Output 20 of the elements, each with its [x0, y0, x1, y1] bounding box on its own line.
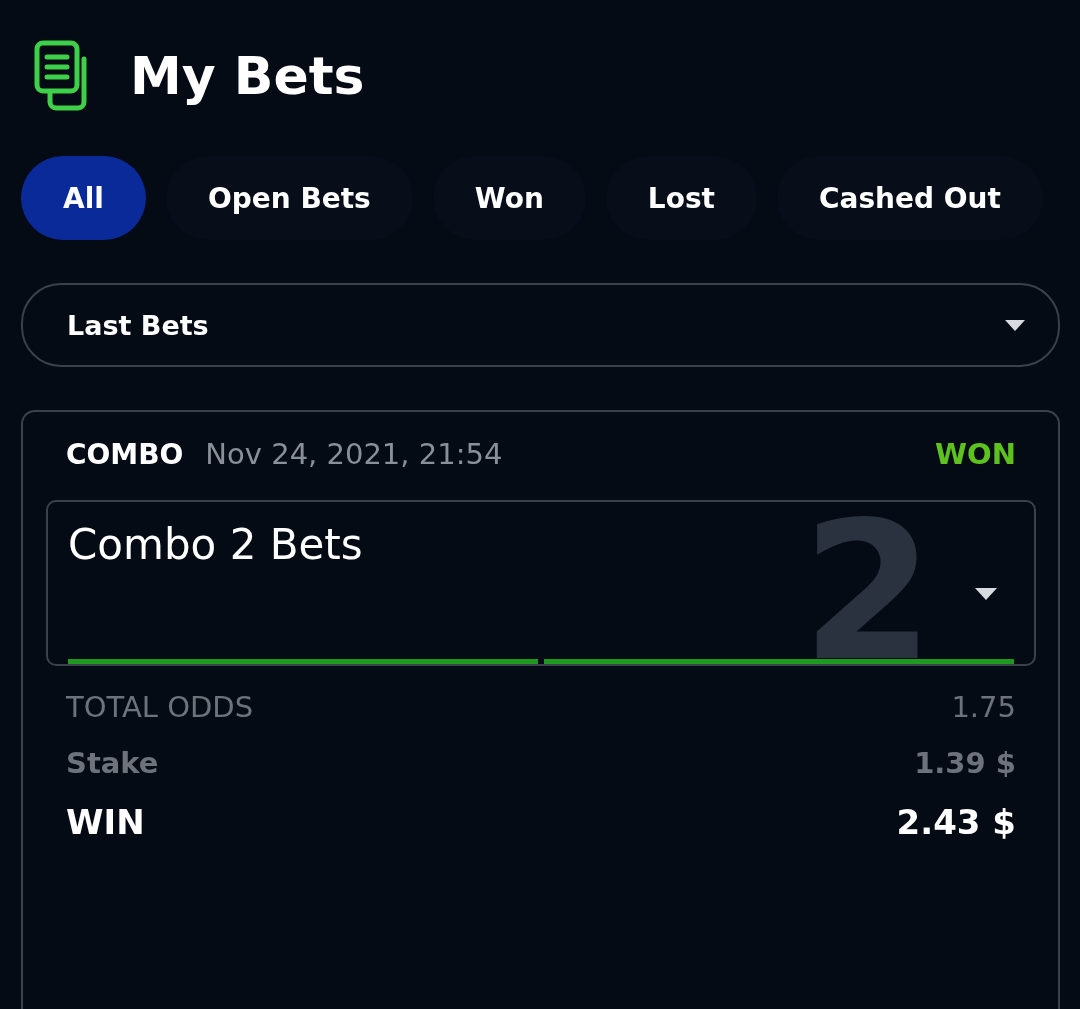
filter-tab[interactable]: Cashed Out: [777, 156, 1043, 240]
combo-title: Combo 2 Bets: [68, 520, 363, 569]
filter-tab[interactable]: Won: [432, 156, 586, 240]
bet-type: COMBO: [66, 437, 184, 471]
filter-tab[interactable]: Open Bets: [165, 156, 413, 240]
caret-icon: [974, 586, 998, 601]
filter-tab[interactable]: Lost: [605, 156, 757, 240]
dropdown-value: Last Bets: [67, 309, 209, 341]
bet-date: Nov 24, 2021, 21:54: [205, 437, 503, 471]
summary-label: TOTAL ODDS: [66, 690, 254, 724]
period-dropdown[interactable]: Last Bets: [21, 283, 1060, 367]
summary-label: WIN: [66, 802, 145, 842]
summary-label: Stake: [66, 746, 159, 780]
summary-value: 2.43 $: [896, 802, 1016, 842]
summary-value: 1.39 $: [914, 746, 1016, 780]
filter-tab[interactable]: All: [21, 156, 146, 240]
summary-value: 1.75: [951, 690, 1016, 724]
page-title: My Bets: [130, 46, 365, 106]
bet-status: WON: [935, 437, 1016, 471]
caret-icon: [1004, 318, 1026, 332]
